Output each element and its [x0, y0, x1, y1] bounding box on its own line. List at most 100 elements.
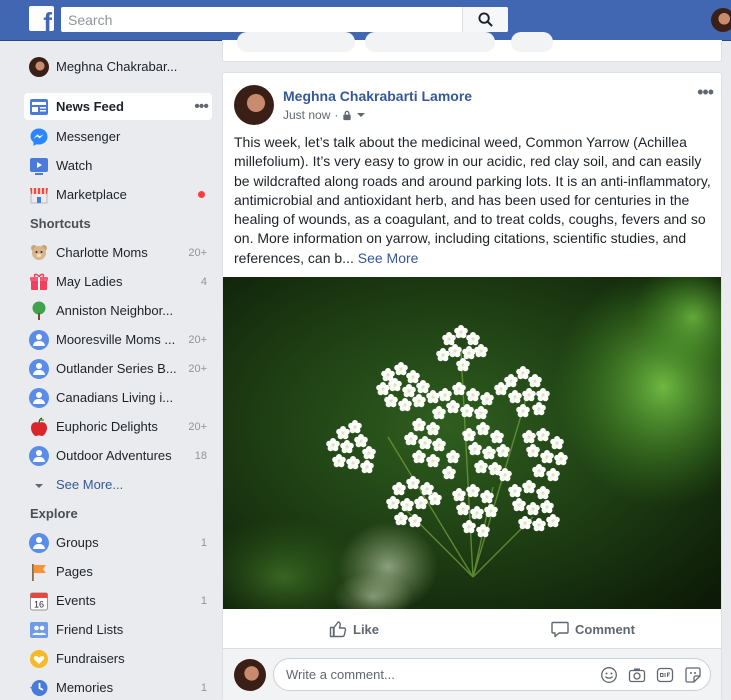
- sticker-icon[interactable]: [684, 666, 702, 684]
- apple-icon: [29, 416, 49, 437]
- sidebar-item-label: Memories: [56, 680, 114, 695]
- sidebar-item-marketplace[interactable]: Marketplace: [24, 180, 212, 209]
- sidebar-item-watch[interactable]: Watch: [24, 151, 212, 180]
- chevron-down-icon: [29, 475, 49, 495]
- sidebar-item-anniston-neighbor[interactable]: Anniston Neighbor...: [24, 296, 212, 325]
- calendar-date: 16: [34, 599, 44, 609]
- like-label: Like: [353, 621, 380, 637]
- group-icon: [29, 387, 49, 408]
- sidebar-item-label: Anniston Neighbor...: [56, 303, 174, 318]
- sidebar-item-mooresville-moms[interactable]: Mooresville Moms ... 20+: [24, 325, 212, 354]
- friend-lists-icon: [29, 620, 49, 640]
- see-more-label: See More...: [56, 477, 124, 492]
- facebook-logo[interactable]: f: [29, 6, 54, 31]
- memories-clock-icon: [29, 678, 49, 698]
- sidebar-profile-link[interactable]: Meghna Chakrabar...: [24, 52, 212, 81]
- gif-icon[interactable]: [656, 666, 674, 684]
- sidebar-item-label: Events: [56, 593, 96, 608]
- yarrow-flower-photo: [223, 277, 721, 609]
- groups-icon: [29, 532, 49, 553]
- calendar-icon: 16: [29, 591, 49, 611]
- left-sidebar: Meghna Chakrabar... News Feed ••• Messen…: [24, 52, 212, 700]
- explore-heading: Explore: [30, 506, 78, 521]
- sidebar-item-label: Charlotte Moms: [56, 245, 148, 260]
- count-badge: 4: [200, 275, 207, 288]
- sidebar-item-label: Outlander Series B...: [56, 361, 177, 376]
- composer-options-strip: [222, 32, 722, 62]
- sidebar-item-events[interactable]: 16 Events 1: [24, 586, 212, 615]
- comment-button[interactable]: Comment: [551, 620, 635, 638]
- sidebar-item-label: Watch: [56, 158, 93, 173]
- tree-icon: [29, 301, 49, 321]
- post-card: Meghna Chakrabarti Lamore Just now · •••…: [222, 72, 722, 700]
- marketplace-icon: [29, 185, 49, 205]
- profile-name: Meghna Chakrabar...: [56, 59, 178, 74]
- sidebar-item-outdoor-adventures[interactable]: Outdoor Adventures 18: [24, 441, 212, 470]
- count-badge: 20+: [188, 246, 207, 259]
- flag-icon: [29, 562, 49, 582]
- comment-tools: [600, 666, 702, 684]
- sidebar-item-euphoric-delights[interactable]: Euphoric Delights 20+: [24, 412, 212, 441]
- see-more-shortcuts-link[interactable]: See More...: [24, 470, 212, 499]
- count-badge: 1: [200, 681, 207, 694]
- count-badge: 20+: [188, 333, 207, 346]
- emoji-icon[interactable]: [600, 666, 618, 684]
- sidebar-item-may-ladies[interactable]: May Ladies 4: [24, 267, 212, 296]
- top-navigation-bar: f: [0, 0, 731, 41]
- comment-input[interactable]: [286, 659, 586, 690]
- post-author-name[interactable]: Meghna Chakrabarti Lamore: [283, 88, 472, 104]
- teddy-bear-icon: [29, 243, 49, 263]
- sidebar-item-outlander-series[interactable]: Outlander Series B... 20+: [24, 354, 212, 383]
- comment-label: Comment: [575, 621, 635, 637]
- messenger-icon: [29, 127, 49, 147]
- search-button[interactable]: [462, 7, 508, 32]
- fundraiser-heart-icon: [29, 649, 49, 669]
- watch-icon: [29, 156, 49, 176]
- sidebar-item-groups[interactable]: Groups 1: [24, 528, 212, 557]
- sidebar-item-label: Messenger: [56, 129, 121, 144]
- profile-avatar-top[interactable]: [711, 8, 731, 32]
- lock-icon[interactable]: [342, 110, 352, 121]
- sidebar-item-fundraisers[interactable]: Fundraisers: [24, 644, 212, 673]
- sidebar-item-friend-lists[interactable]: Friend Lists: [24, 615, 212, 644]
- composer-option-feeling[interactable]: [365, 32, 495, 52]
- sidebar-item-label: Marketplace: [56, 187, 127, 202]
- sidebar-item-label: Pages: [56, 564, 93, 579]
- news-feed-icon: [29, 97, 49, 117]
- post-timestamp[interactable]: Just now: [283, 108, 330, 122]
- search-box: [61, 7, 508, 32]
- composer-option-more[interactable]: [511, 32, 553, 52]
- see-more-link[interactable]: See More: [358, 250, 419, 266]
- sidebar-item-label: News Feed: [56, 99, 124, 114]
- post-photo[interactable]: [223, 277, 721, 609]
- camera-icon[interactable]: [628, 666, 646, 684]
- sidebar-item-memories[interactable]: Memories 1: [24, 673, 212, 700]
- count-badge: 18: [194, 449, 207, 462]
- sidebar-item-canadians-living[interactable]: Canadians Living i...: [24, 383, 212, 412]
- composer-option-photo[interactable]: [237, 32, 355, 52]
- post-body: This week, let’s talk about the medicina…: [234, 133, 714, 268]
- sidebar-item-messenger[interactable]: Messenger: [24, 122, 212, 151]
- more-options-icon[interactable]: •••: [182, 98, 212, 116]
- count-badge: 1: [200, 594, 207, 607]
- sidebar-item-label: May Ladies: [56, 274, 123, 289]
- group-icon: [29, 329, 49, 350]
- speech-bubble-icon: [551, 621, 569, 638]
- sidebar-item-label: Mooresville Moms ...: [56, 332, 176, 347]
- commenter-avatar: [234, 659, 266, 691]
- privacy-dropdown-icon[interactable]: [356, 111, 366, 119]
- sidebar-item-pages[interactable]: Pages: [24, 557, 212, 586]
- group-icon: [29, 358, 49, 379]
- sidebar-item-label: Canadians Living i...: [56, 390, 174, 405]
- post-author-avatar[interactable]: [234, 85, 274, 125]
- sidebar-item-charlotte-moms[interactable]: Charlotte Moms 20+: [24, 238, 212, 267]
- sidebar-item-news-feed[interactable]: News Feed •••: [24, 93, 212, 120]
- notification-dot: [198, 191, 205, 198]
- post-options-icon[interactable]: •••: [697, 82, 714, 103]
- sidebar-item-label: Fundraisers: [56, 651, 125, 666]
- like-button[interactable]: Like: [329, 620, 379, 638]
- meta-separator: ·: [334, 108, 339, 122]
- search-input[interactable]: [61, 7, 461, 32]
- search-icon: [478, 12, 493, 27]
- post-text: This week, let’s talk about the medicina…: [234, 134, 711, 266]
